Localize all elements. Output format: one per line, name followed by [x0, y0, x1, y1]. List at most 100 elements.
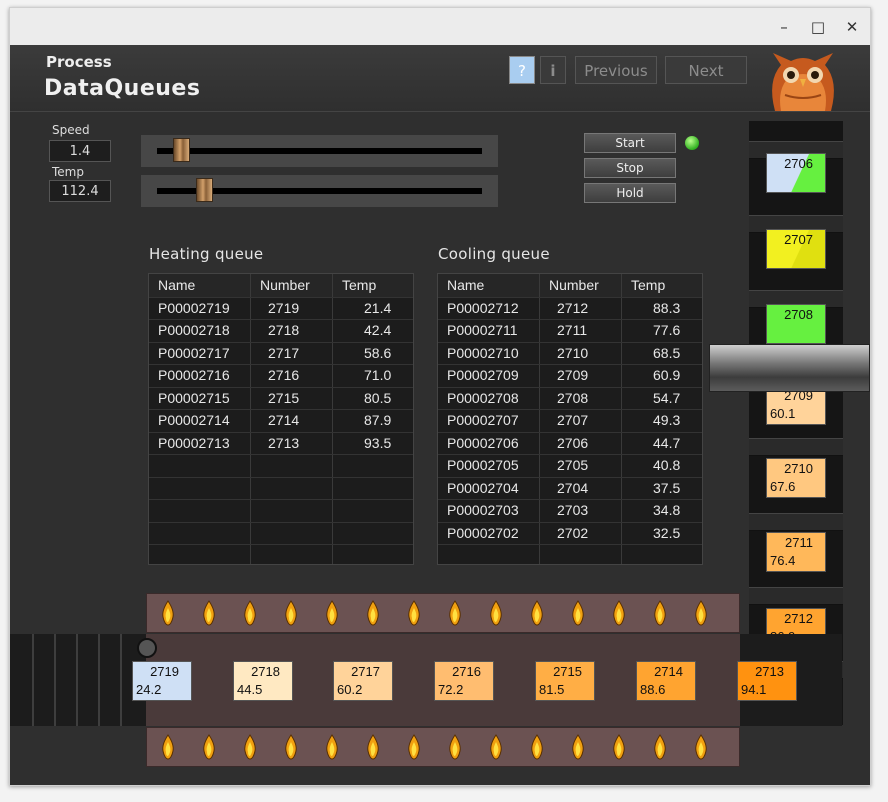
help-button[interactable]: ? — [509, 56, 535, 84]
maximize-icon[interactable]: □ — [807, 16, 829, 38]
number-cell: 2711 — [557, 322, 588, 338]
speed-slider-track[interactable] — [157, 148, 482, 154]
temp-cell: 60.9 — [653, 367, 681, 383]
heating-queue-title: Heating queue — [149, 245, 264, 263]
close-icon[interactable]: ✕ — [841, 16, 863, 38]
temp-cell: 88.3 — [653, 299, 681, 316]
table-row[interactable]: P00002702 2702 32.5 — [438, 522, 702, 545]
number-cell: 2717 — [268, 344, 300, 361]
burner-flame-icon — [612, 734, 626, 760]
app-window: – □ ✕ Process DataQueues ? i Previous Ne… — [9, 7, 871, 786]
box-number: 2717 — [351, 664, 380, 679]
table-row[interactable]: P00002715 2715 80.5 — [149, 387, 413, 410]
info-button[interactable]: i — [540, 56, 566, 84]
name-cell: P00002707 — [447, 412, 519, 428]
table-row[interactable]: P00002705 2705 40.8 — [438, 454, 702, 477]
next-button[interactable]: Next — [665, 56, 747, 84]
table-row[interactable]: P00002710 2710 68.5 — [438, 342, 702, 365]
box-number: 2707 — [784, 232, 813, 247]
burner-flame-icon — [325, 734, 339, 760]
burner-flame-icon — [694, 734, 708, 760]
name-cell: P00002715 — [158, 389, 230, 406]
number-cell: 2709 — [557, 367, 589, 383]
table-row[interactable]: P00002711 2711 77.6 — [438, 319, 702, 342]
conveyor-slat — [749, 587, 843, 605]
table-row[interactable]: P00002704 2704 37.5 — [438, 477, 702, 500]
number-cell: 2704 — [557, 479, 589, 496]
name-cell: P00002711 — [447, 322, 518, 338]
box-number: 2711 — [785, 535, 813, 550]
name-cell: P00002718 — [158, 322, 230, 338]
previous-button[interactable]: Previous — [575, 56, 657, 84]
cooling-queue-table: Name Number Temp P00002712 2712 88.3 P00002711… — [437, 273, 703, 565]
number-cell: 2712 — [557, 299, 589, 316]
name-cell: P00002719 — [158, 299, 230, 316]
burner-flame-icon — [325, 600, 339, 626]
table-row[interactable]: P00002703 2703 34.8 — [438, 499, 702, 522]
burner-flame-icon — [530, 734, 544, 760]
burner-flame-icon — [571, 600, 585, 626]
conveyor-slat — [749, 513, 843, 531]
temp-cell: 77.6 — [653, 322, 681, 338]
name-cell: P00002704 — [447, 479, 519, 496]
table-row[interactable]: P00002708 2708 54.7 — [438, 387, 702, 410]
name-cell: P00002708 — [447, 389, 519, 406]
speed-slider[interactable] — [141, 135, 498, 167]
box-number: 2708 — [784, 307, 813, 322]
temp-slider[interactable] — [141, 175, 498, 207]
speed-label: Speed — [52, 123, 90, 137]
table-row[interactable]: P00002714 2714 87.9 — [149, 409, 413, 432]
name-cell: P00002709 — [447, 367, 519, 383]
hold-button[interactable]: Hold — [584, 183, 676, 203]
start-button[interactable]: Start — [584, 133, 676, 153]
temp-cell: 93.5 — [364, 434, 392, 451]
box-number: 2719 — [150, 664, 179, 679]
minimize-icon[interactable]: – — [773, 16, 795, 38]
conveyor-slat — [749, 438, 843, 456]
table-row[interactable]: P00002719 2719 21.4 — [149, 297, 413, 320]
table-row[interactable]: P00002713 2713 93.5 — [149, 432, 413, 455]
number-cell: 2716 — [268, 367, 300, 383]
name-cell: P00002703 — [447, 502, 519, 518]
name-cell: P00002710 — [447, 344, 519, 361]
temp-value: 112.4 — [49, 180, 111, 202]
stop-button[interactable]: Stop — [584, 158, 676, 178]
table-row[interactable]: P00002707 2707 49.3 — [438, 409, 702, 432]
table-row[interactable]: P00002709 2709 60.9 — [438, 364, 702, 387]
table-row[interactable]: P00002712 2712 88.3 — [438, 297, 702, 320]
number-cell: 2703 — [557, 502, 589, 518]
number-cell: 2705 — [557, 457, 589, 473]
box-number: 2718 — [251, 664, 280, 679]
column-header: Number — [549, 277, 599, 293]
box-number: 2715 — [553, 664, 582, 679]
column-header: Name — [158, 277, 196, 293]
conveyor-slat — [98, 634, 100, 726]
table-row[interactable]: P00002716 2716 71.0 — [149, 364, 413, 387]
burner-flame-icon — [243, 734, 257, 760]
temp-slider-thumb[interactable] — [196, 178, 213, 202]
table-row[interactable]: P00002706 2706 44.7 — [438, 432, 702, 455]
oven-box: 2716 72.2 — [434, 661, 494, 701]
box-temp: 94.1 — [741, 682, 767, 697]
number-cell: 2713 — [268, 434, 300, 451]
process-label: Process — [46, 53, 112, 71]
speed-slider-thumb[interactable] — [173, 138, 191, 162]
name-cell: P00002706 — [447, 434, 519, 451]
temp-cell: 80.5 — [364, 389, 392, 406]
title-bar: – □ ✕ — [10, 8, 870, 45]
box-number: 2714 — [654, 664, 683, 679]
box-temp: 44.5 — [237, 682, 263, 697]
burner-flame-icon — [530, 600, 544, 626]
conveyor-roller-icon — [137, 638, 157, 658]
oven-bottom-burners — [146, 727, 740, 767]
temp-cell: 71.0 — [364, 367, 392, 383]
number-cell: 2702 — [557, 524, 589, 541]
cooling-box: 2706 — [766, 153, 826, 193]
heating-header-row: Name Number Temp — [149, 274, 413, 297]
row-divider — [149, 499, 413, 500]
temp-cell: 32.5 — [653, 524, 681, 541]
table-row[interactable]: P00002717 2717 58.6 — [149, 342, 413, 365]
oven-box: 2717 60.2 — [333, 661, 393, 701]
temp-cell: 49.3 — [653, 412, 681, 428]
table-row[interactable]: P00002718 2718 42.4 — [149, 319, 413, 342]
